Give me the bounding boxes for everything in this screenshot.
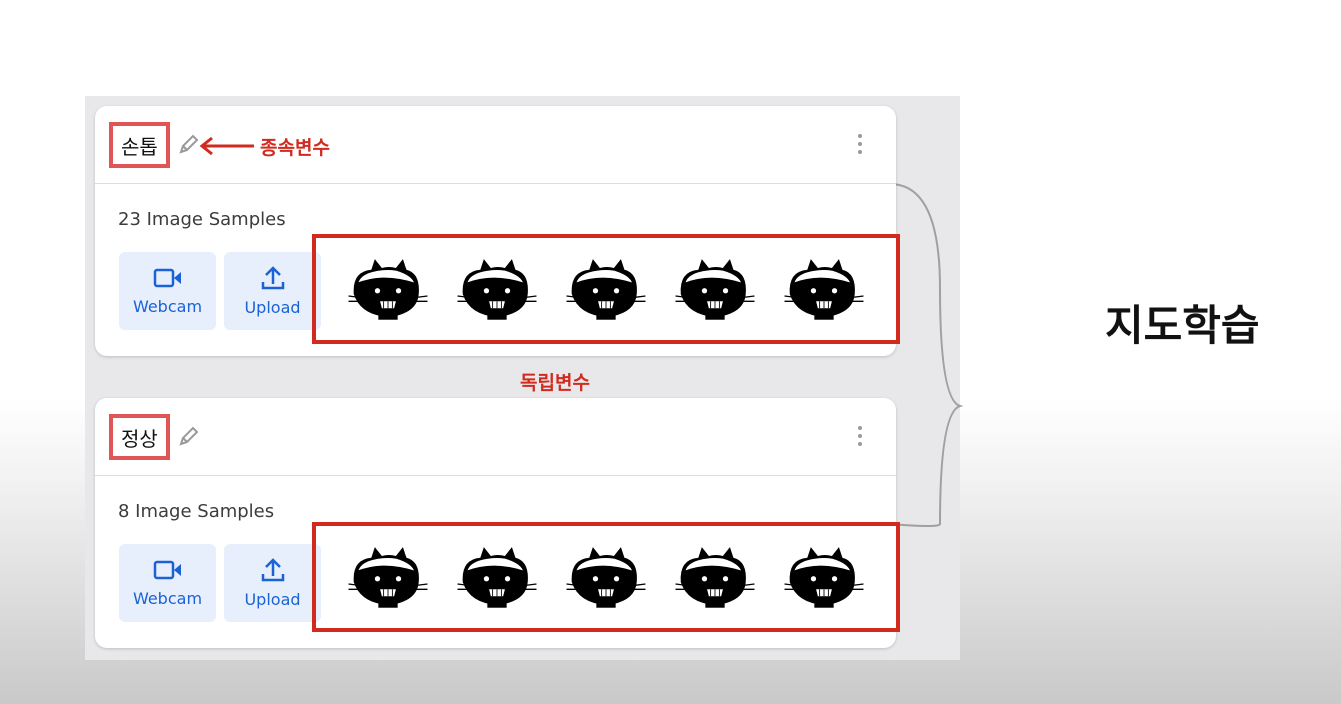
upload-label: Upload bbox=[244, 297, 301, 317]
cat-image[interactable] bbox=[781, 537, 867, 617]
kebab-menu-icon[interactable] bbox=[856, 426, 864, 450]
curly-brace bbox=[890, 183, 964, 527]
card-header: 정상 bbox=[95, 398, 896, 476]
cat-image[interactable] bbox=[781, 249, 867, 329]
dependent-variable-label: 종속변수 bbox=[260, 137, 330, 159]
webcam-label: Webcam bbox=[132, 296, 203, 316]
upload-label: Upload bbox=[244, 589, 301, 609]
cat-image[interactable] bbox=[672, 249, 758, 329]
kebab-menu-icon[interactable] bbox=[856, 134, 864, 158]
sample-thumbnails bbox=[312, 522, 900, 632]
independent-variable-label: 독립변수 bbox=[520, 372, 590, 394]
cat-image[interactable] bbox=[672, 537, 758, 617]
upload-icon bbox=[261, 265, 284, 289]
cat-image[interactable] bbox=[345, 249, 431, 329]
sample-count: 23 Image Samples bbox=[118, 209, 286, 230]
side-title: 지도학습 bbox=[1105, 301, 1260, 350]
cat-image[interactable] bbox=[454, 249, 540, 329]
pencil-icon[interactable] bbox=[177, 424, 201, 448]
class-name-field[interactable]: 정상 bbox=[109, 414, 170, 460]
cat-image[interactable] bbox=[563, 249, 649, 329]
sample-count: 8 Image Samples bbox=[118, 501, 275, 522]
class-name-field[interactable]: 손톱 bbox=[109, 122, 170, 168]
upload-button[interactable]: Upload bbox=[224, 252, 321, 330]
cat-image[interactable] bbox=[454, 537, 540, 617]
webcam-button[interactable]: Webcam bbox=[119, 252, 216, 330]
sample-thumbnails bbox=[312, 234, 900, 344]
cat-image[interactable] bbox=[345, 537, 431, 617]
arrow-left-icon bbox=[199, 136, 254, 156]
webcam-icon bbox=[153, 560, 181, 579]
webcam-label: Webcam bbox=[132, 588, 203, 608]
upload-icon bbox=[261, 557, 284, 581]
cat-image[interactable] bbox=[563, 537, 649, 617]
upload-button[interactable]: Upload bbox=[224, 544, 321, 622]
webcam-button[interactable]: Webcam bbox=[119, 544, 216, 622]
webcam-icon bbox=[153, 268, 181, 287]
